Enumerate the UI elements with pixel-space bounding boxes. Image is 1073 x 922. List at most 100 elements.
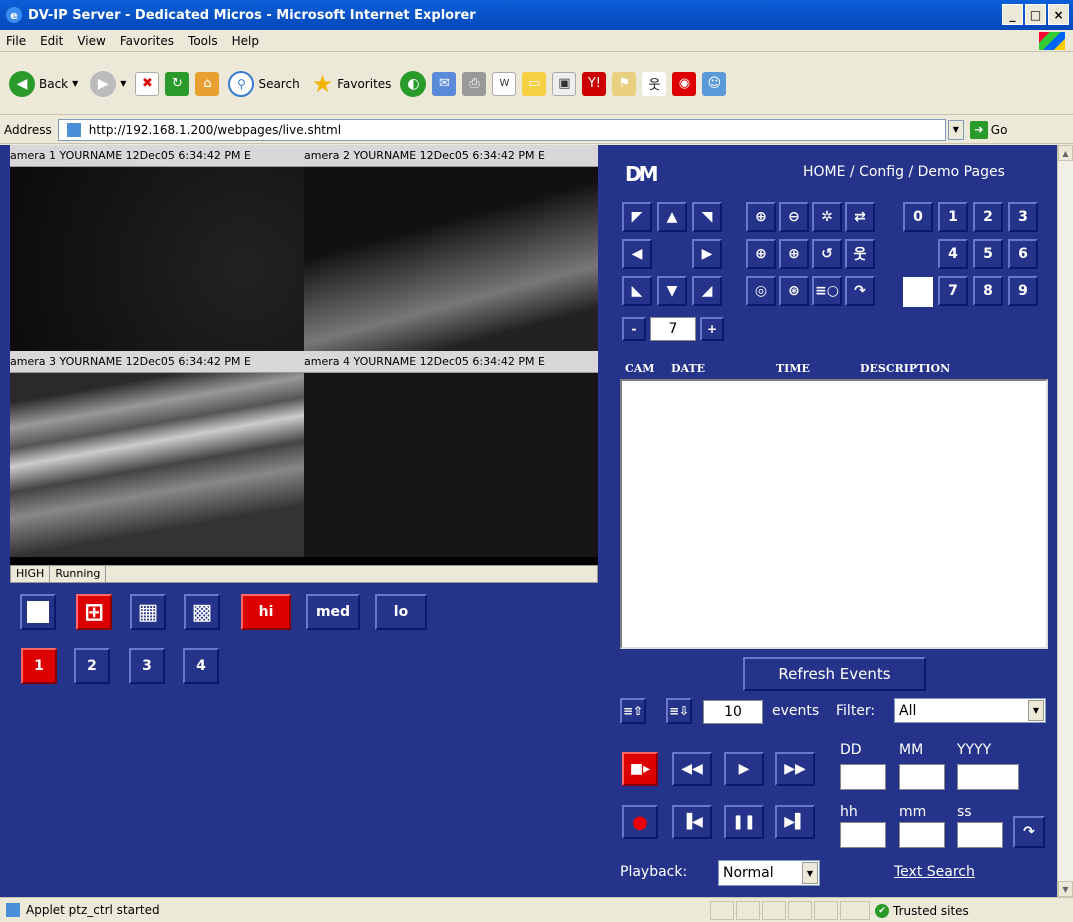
preset-plus-button[interactable]: + [700, 317, 724, 341]
pan-right-button[interactable]: ▶ [692, 239, 722, 269]
search-button[interactable]: ⚲ Search [225, 66, 302, 102]
scroll-up-icon[interactable]: ▲ [1058, 145, 1073, 161]
menu-favorites[interactable]: Favorites [120, 34, 174, 48]
back-button[interactable]: ◀ Back ▼ [6, 66, 81, 102]
minute-input[interactable] [899, 822, 945, 848]
skip-forward-button[interactable]: ▶▌ [775, 805, 815, 839]
preset-minus-button[interactable]: - [622, 317, 646, 341]
skip-back-button[interactable]: ▐◀ [672, 805, 712, 839]
messenger-icon[interactable]: ▣ [552, 71, 577, 96]
record-button[interactable]: ● [622, 805, 658, 839]
menu-edit[interactable]: Edit [40, 34, 63, 48]
preset-0[interactable]: 0 [903, 202, 933, 232]
notes-icon[interactable]: ▭ [522, 71, 547, 96]
auto-iris-button[interactable]: ◎ [746, 276, 776, 306]
preset-6[interactable]: 6 [1008, 239, 1038, 269]
year-input[interactable] [957, 764, 1019, 790]
light-button[interactable]: ≡○ [812, 276, 842, 306]
pan-up-button[interactable]: ▲ [657, 202, 687, 232]
minimize-button[interactable]: _ [1002, 4, 1023, 25]
yahoo-icon[interactable]: Y! [582, 71, 607, 96]
pan-down-right-button[interactable]: ◢ [692, 276, 722, 306]
camera-3-view[interactable]: amera 3 YOURNAME 12Dec05 6:34:42 PM E [10, 351, 304, 557]
favorites-button[interactable]: ★ Favorites [309, 66, 395, 102]
home-icon[interactable]: ⌂ [195, 71, 220, 96]
preset-9[interactable]: 9 [1008, 276, 1038, 306]
focus-near-button[interactable]: ↺ [812, 239, 842, 269]
preset-3[interactable]: 3 [1008, 202, 1038, 232]
goto-button[interactable]: ↷ [845, 276, 875, 306]
menu-view[interactable]: View [77, 34, 105, 48]
edit-word-icon[interactable]: W [492, 71, 517, 96]
person-button[interactable]: 웃 [845, 239, 875, 269]
events-count-input[interactable]: 10 [703, 700, 763, 724]
media-icon[interactable]: ◐ [400, 70, 427, 97]
nav-links[interactable]: HOME / Config / Demo Pages [803, 164, 1005, 180]
month-input[interactable] [899, 764, 945, 790]
refresh-icon[interactable]: ↻ [165, 71, 190, 96]
focus-far-button[interactable]: ✲ [812, 202, 842, 232]
text-search-link[interactable]: Text Search [894, 864, 975, 880]
pan-down-left-button[interactable]: ◣ [622, 276, 652, 306]
iris-close-button[interactable]: ⊕ [779, 239, 809, 269]
radio-icon[interactable]: ◉ [672, 71, 697, 96]
address-input[interactable]: http://192.168.1.200/webpages/live.shtml [57, 118, 946, 141]
goto-time-button[interactable]: ↷ [1013, 816, 1045, 848]
go-button[interactable]: ➜ Go [969, 120, 1007, 139]
refresh-events-button[interactable]: Refresh Events [743, 657, 926, 691]
maximize-button[interactable]: □ [1025, 4, 1046, 25]
mail-icon[interactable]: ✉ [432, 71, 457, 96]
filter-select[interactable]: All ▼ [894, 698, 1046, 723]
preset-2[interactable]: 2 [973, 202, 1003, 232]
sixteen-view-button[interactable]: ▩ [184, 594, 220, 630]
fast-forward-button[interactable]: ▶▶ [775, 752, 815, 786]
pan-up-left-button[interactable]: ◤ [622, 202, 652, 232]
play-button[interactable]: ▶ [724, 752, 764, 786]
playback-speed-select[interactable]: Normal ▼ [718, 860, 820, 886]
users-icon[interactable]: ☺ [702, 71, 727, 96]
zoom-in-button[interactable]: ⊕ [746, 202, 776, 232]
hour-input[interactable] [840, 822, 886, 848]
second-input[interactable] [957, 822, 1003, 848]
preset-4[interactable]: 4 [938, 239, 968, 269]
pan-up-right-button[interactable]: ◥ [692, 202, 722, 232]
page-scrollbar[interactable]: ▲ ▼ [1057, 145, 1073, 897]
events-list[interactable] [620, 379, 1048, 649]
preset-8[interactable]: 8 [973, 276, 1003, 306]
single-view-button[interactable] [20, 594, 56, 630]
quality-lo-button[interactable]: lo [375, 594, 427, 630]
menu-tools[interactable]: Tools [188, 34, 218, 48]
preset-7[interactable]: 7 [938, 276, 968, 306]
pause-button[interactable]: ❚❚ [724, 805, 764, 839]
camera-select-4[interactable]: 4 [183, 648, 219, 684]
events-down-button[interactable]: ≡⇩ [666, 698, 692, 724]
live-camera-button[interactable]: ■▸ [622, 752, 658, 786]
zoom-out-button[interactable]: ⊖ [779, 202, 809, 232]
camera-4-view[interactable]: amera 4 YOURNAME 12Dec05 6:34:42 PM E [304, 351, 598, 557]
address-dropdown-icon[interactable]: ▼ [947, 119, 964, 140]
print-icon[interactable]: ⎙ [462, 71, 487, 96]
scroll-down-icon[interactable]: ▼ [1058, 881, 1073, 897]
preset-number-input[interactable]: 7 [650, 317, 696, 341]
stop-icon[interactable]: ✖ [135, 71, 160, 96]
camera-select-3[interactable]: 3 [129, 648, 165, 684]
camera-select-2[interactable]: 2 [74, 648, 110, 684]
camera-2-view[interactable]: amera 2 YOURNAME 12Dec05 6:34:42 PM E [304, 145, 598, 351]
events-up-button[interactable]: ≡⇧ [620, 698, 646, 724]
pan-down-button[interactable]: ▼ [657, 276, 687, 306]
quality-med-button[interactable]: med [306, 594, 360, 630]
preset-5[interactable]: 5 [973, 239, 1003, 269]
iris-open-button[interactable]: ⊕ [746, 239, 776, 269]
swap-button[interactable]: ⇄ [845, 202, 875, 232]
menu-file[interactable]: File [6, 34, 26, 48]
camera-1-view[interactable]: amera 1 YOURNAME 12Dec05 6:34:42 PM E [10, 145, 304, 351]
menu-help[interactable]: Help [232, 34, 259, 48]
quality-hi-button[interactable]: hi [241, 594, 291, 630]
nine-view-button[interactable]: ▦ [130, 594, 166, 630]
day-input[interactable] [840, 764, 886, 790]
pan-left-button[interactable]: ◀ [622, 239, 652, 269]
preset-1[interactable]: 1 [938, 202, 968, 232]
rewind-button[interactable]: ◀◀ [672, 752, 712, 786]
person-icon[interactable]: 웃 [642, 71, 667, 96]
forward-button[interactable]: ▶ ▼ [87, 66, 129, 102]
